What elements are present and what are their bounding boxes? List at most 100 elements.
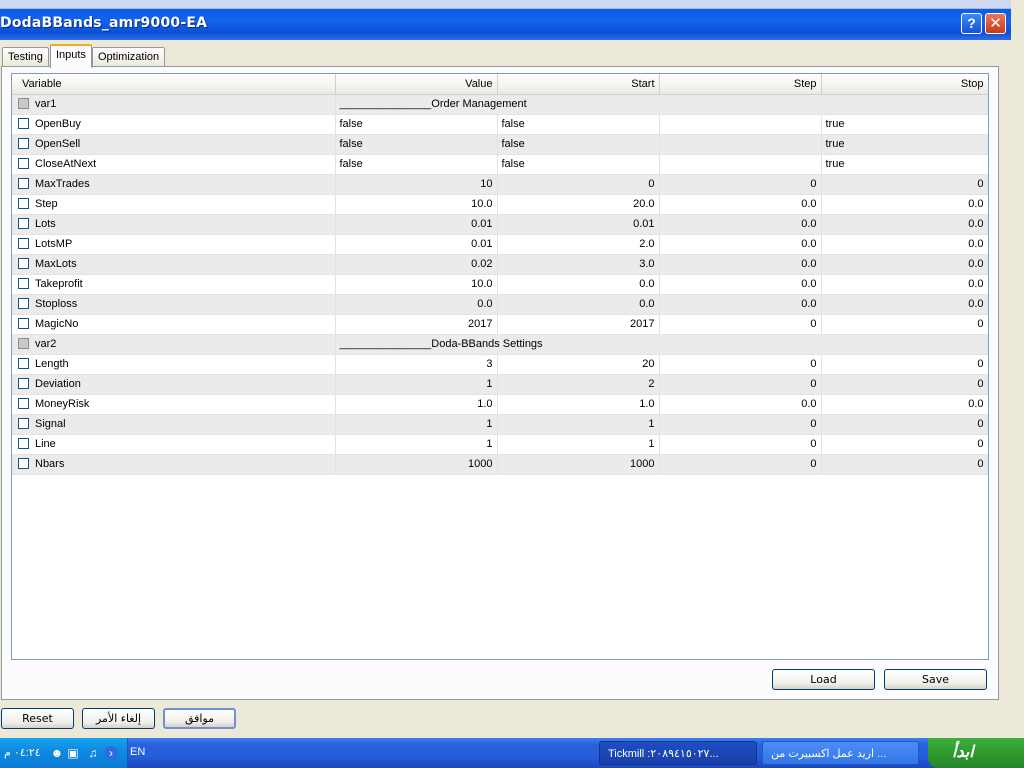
variable-cell[interactable]: Step	[12, 194, 336, 215]
stop-cell[interactable]: 0	[821, 454, 988, 475]
optimize-checkbox[interactable]	[18, 218, 29, 229]
value-cell[interactable]: 1000	[335, 454, 498, 475]
value-cell[interactable]: 1	[335, 434, 498, 455]
table-row[interactable]: Lots 0.01 0.01 0.0 0.0	[12, 214, 988, 235]
start-cell[interactable]: 1000	[497, 454, 660, 475]
monitor-icon[interactable]: ▣	[66, 746, 80, 760]
table-row[interactable]: Line 1 1 0 0	[12, 434, 988, 455]
stop-cell[interactable]: true	[821, 114, 988, 135]
variable-cell[interactable]: MaxLots	[12, 254, 336, 275]
taskbar-item-browser[interactable]: اريد عمل اكسبيرت من ...	[762, 741, 919, 765]
variable-cell[interactable]: Nbars	[12, 454, 336, 475]
start-cell[interactable]: false	[497, 114, 660, 135]
variable-cell[interactable]: MagicNo	[12, 314, 336, 335]
table-row[interactable]: Signal 1 1 0 0	[12, 414, 988, 435]
tab-inputs[interactable]: Inputs	[50, 44, 92, 68]
tab-optimization[interactable]: Optimization	[92, 47, 166, 67]
value-cell[interactable]: 2017	[335, 314, 498, 335]
stop-cell[interactable]: 0.0	[821, 214, 988, 235]
value-cell[interactable]: 10	[335, 174, 498, 195]
group-row[interactable]: var1 _______________Order Management	[12, 94, 988, 115]
variable-cell[interactable]: OpenBuy	[12, 114, 336, 135]
step-cell[interactable]: 0	[659, 314, 822, 335]
table-row[interactable]: MaxLots 0.02 3.0 0.0 0.0	[12, 254, 988, 275]
value-cell[interactable]: 0.01	[335, 234, 498, 255]
step-cell[interactable]: 0.0	[659, 254, 822, 275]
step-cell[interactable]: 0.0	[659, 214, 822, 235]
column-header-stop[interactable]: Stop	[821, 74, 988, 95]
step-cell[interactable]: 0	[659, 374, 822, 395]
optimize-checkbox[interactable]	[18, 358, 29, 369]
variable-cell[interactable]: Takeprofit	[12, 274, 336, 295]
table-row[interactable]: Nbars 1000 1000 0 0	[12, 454, 988, 475]
step-cell[interactable]: 0	[659, 414, 822, 435]
step-cell[interactable]: 0.0	[659, 234, 822, 255]
load-button[interactable]: Load	[772, 669, 875, 690]
step-cell[interactable]: 0	[659, 354, 822, 375]
variable-cell[interactable]: Lots	[12, 214, 336, 235]
table-row[interactable]: Deviation 1 2 0 0	[12, 374, 988, 395]
start-cell[interactable]: 0.01	[497, 214, 660, 235]
variable-cell[interactable]: var1	[12, 94, 336, 115]
step-cell[interactable]: 0.0	[659, 294, 822, 315]
stop-cell[interactable]: true	[821, 134, 988, 155]
start-cell[interactable]: false	[497, 154, 660, 175]
step-cell[interactable]: 0	[659, 454, 822, 475]
stop-cell[interactable]: 0	[821, 414, 988, 435]
stop-cell[interactable]: 0	[821, 434, 988, 455]
variable-cell[interactable]: LotsMP	[12, 234, 336, 255]
value-cell[interactable]: 1.0	[335, 394, 498, 415]
start-cell[interactable]: false	[497, 134, 660, 155]
network-icon[interactable]: ☻	[50, 746, 64, 760]
variable-cell[interactable]: MoneyRisk	[12, 394, 336, 415]
variable-cell[interactable]: OpenSell	[12, 134, 336, 155]
start-cell[interactable]: 1	[497, 414, 660, 435]
taskbar-item-tickmill[interactable]: Tickmill :٢٠٨٩٤١٥٠٢٧...	[599, 741, 757, 765]
variable-cell[interactable]: Stoploss	[12, 294, 336, 315]
optimize-checkbox[interactable]	[18, 118, 29, 129]
reset-button[interactable]: Reset	[1, 708, 74, 729]
table-row[interactable]: LotsMP 0.01 2.0 0.0 0.0	[12, 234, 988, 255]
inputs-grid[interactable]: Variable Value Start Step Stop var1 _____…	[11, 73, 989, 660]
step-cell[interactable]: 0	[659, 434, 822, 455]
value-cell[interactable]: false	[335, 134, 498, 155]
table-row[interactable]: MagicNo 2017 2017 0 0	[12, 314, 988, 335]
optimize-checkbox[interactable]	[18, 238, 29, 249]
start-cell[interactable]: 0	[497, 174, 660, 195]
optimize-checkbox[interactable]	[18, 298, 29, 309]
step-cell[interactable]	[659, 134, 822, 155]
value-cell[interactable]: 10.0	[335, 194, 498, 215]
value-cell[interactable]: 0.0	[335, 294, 498, 315]
speaker-icon[interactable]: ♫	[86, 746, 100, 760]
optimize-checkbox[interactable]	[18, 138, 29, 149]
value-cell[interactable]: false	[335, 114, 498, 135]
value-cell[interactable]: 3	[335, 354, 498, 375]
stop-cell[interactable]: 0.0	[821, 394, 988, 415]
variable-cell[interactable]: CloseAtNext	[12, 154, 336, 175]
step-cell[interactable]	[659, 114, 822, 135]
stop-cell[interactable]: 0.0	[821, 194, 988, 215]
start-cell[interactable]: 2	[497, 374, 660, 395]
step-cell[interactable]: 0.0	[659, 274, 822, 295]
variable-cell[interactable]: MaxTrades	[12, 174, 336, 195]
table-row[interactable]: Length 3 20 0 0	[12, 354, 988, 375]
start-cell[interactable]: 2.0	[497, 234, 660, 255]
stop-cell[interactable]: 0	[821, 314, 988, 335]
stop-cell[interactable]: 0	[821, 374, 988, 395]
value-cell[interactable]: 0.01	[335, 214, 498, 235]
stop-cell[interactable]: 0.0	[821, 254, 988, 275]
save-button[interactable]: Save	[884, 669, 987, 690]
column-header-variable[interactable]: Variable	[12, 74, 336, 95]
variable-cell[interactable]: Signal	[12, 414, 336, 435]
column-header-value[interactable]: Value	[335, 74, 498, 95]
optimize-checkbox[interactable]	[18, 278, 29, 289]
optimize-checkbox[interactable]	[18, 458, 29, 469]
value-cell[interactable]: 10.0	[335, 274, 498, 295]
stop-cell[interactable]: 0.0	[821, 234, 988, 255]
start-cell[interactable]: 1	[497, 434, 660, 455]
optimize-checkbox[interactable]	[18, 258, 29, 269]
table-row[interactable]: Stoploss 0.0 0.0 0.0 0.0	[12, 294, 988, 315]
column-header-start[interactable]: Start	[497, 74, 660, 95]
start-cell[interactable]: 20	[497, 354, 660, 375]
close-button[interactable]: ✕	[985, 13, 1006, 34]
